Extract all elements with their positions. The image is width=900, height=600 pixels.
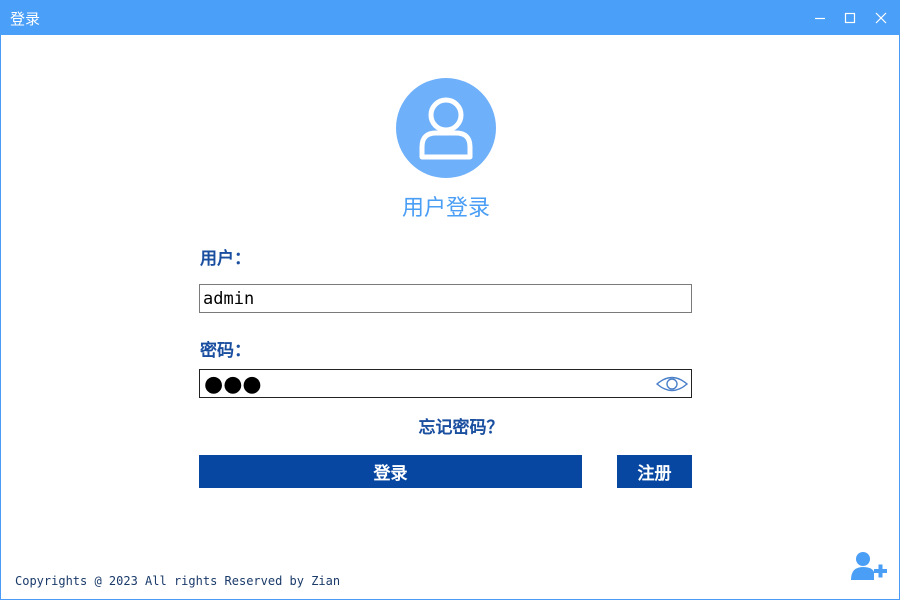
password-input[interactable]: ●●● [199,369,692,398]
minimize-button[interactable] [805,0,835,35]
add-user-button[interactable] [850,550,888,582]
login-window: 登录 用户登录 用户： 密码： ●●● [0,0,900,600]
forgot-password-link[interactable]: 忘记密码？ [361,413,561,438]
page-title: 用户登录 [401,196,490,221]
show-password-toggle[interactable] [655,373,689,395]
password-mask: ●●● [204,371,262,397]
password-label: 密码： [200,341,251,361]
close-icon [875,12,887,23]
user-avatar-icon [419,97,473,160]
username-field-box [199,284,692,313]
avatar [396,78,496,178]
copyright-text: Copyrights @ 2023 All rights Reserved by… [15,574,341,588]
title-bar[interactable]: 登录 [0,0,900,35]
maximize-icon [844,12,856,23]
maximize-button[interactable] [835,0,865,35]
close-button[interactable] [866,0,896,35]
login-button[interactable]: 登录 [199,455,582,488]
eye-icon [655,376,689,392]
window-title: 登录 [10,10,41,28]
username-label: 用户： [200,249,251,269]
register-button[interactable]: 注册 [617,455,692,488]
add-user-icon [851,552,887,580]
username-input[interactable] [200,285,691,312]
minimize-icon [815,17,825,19]
